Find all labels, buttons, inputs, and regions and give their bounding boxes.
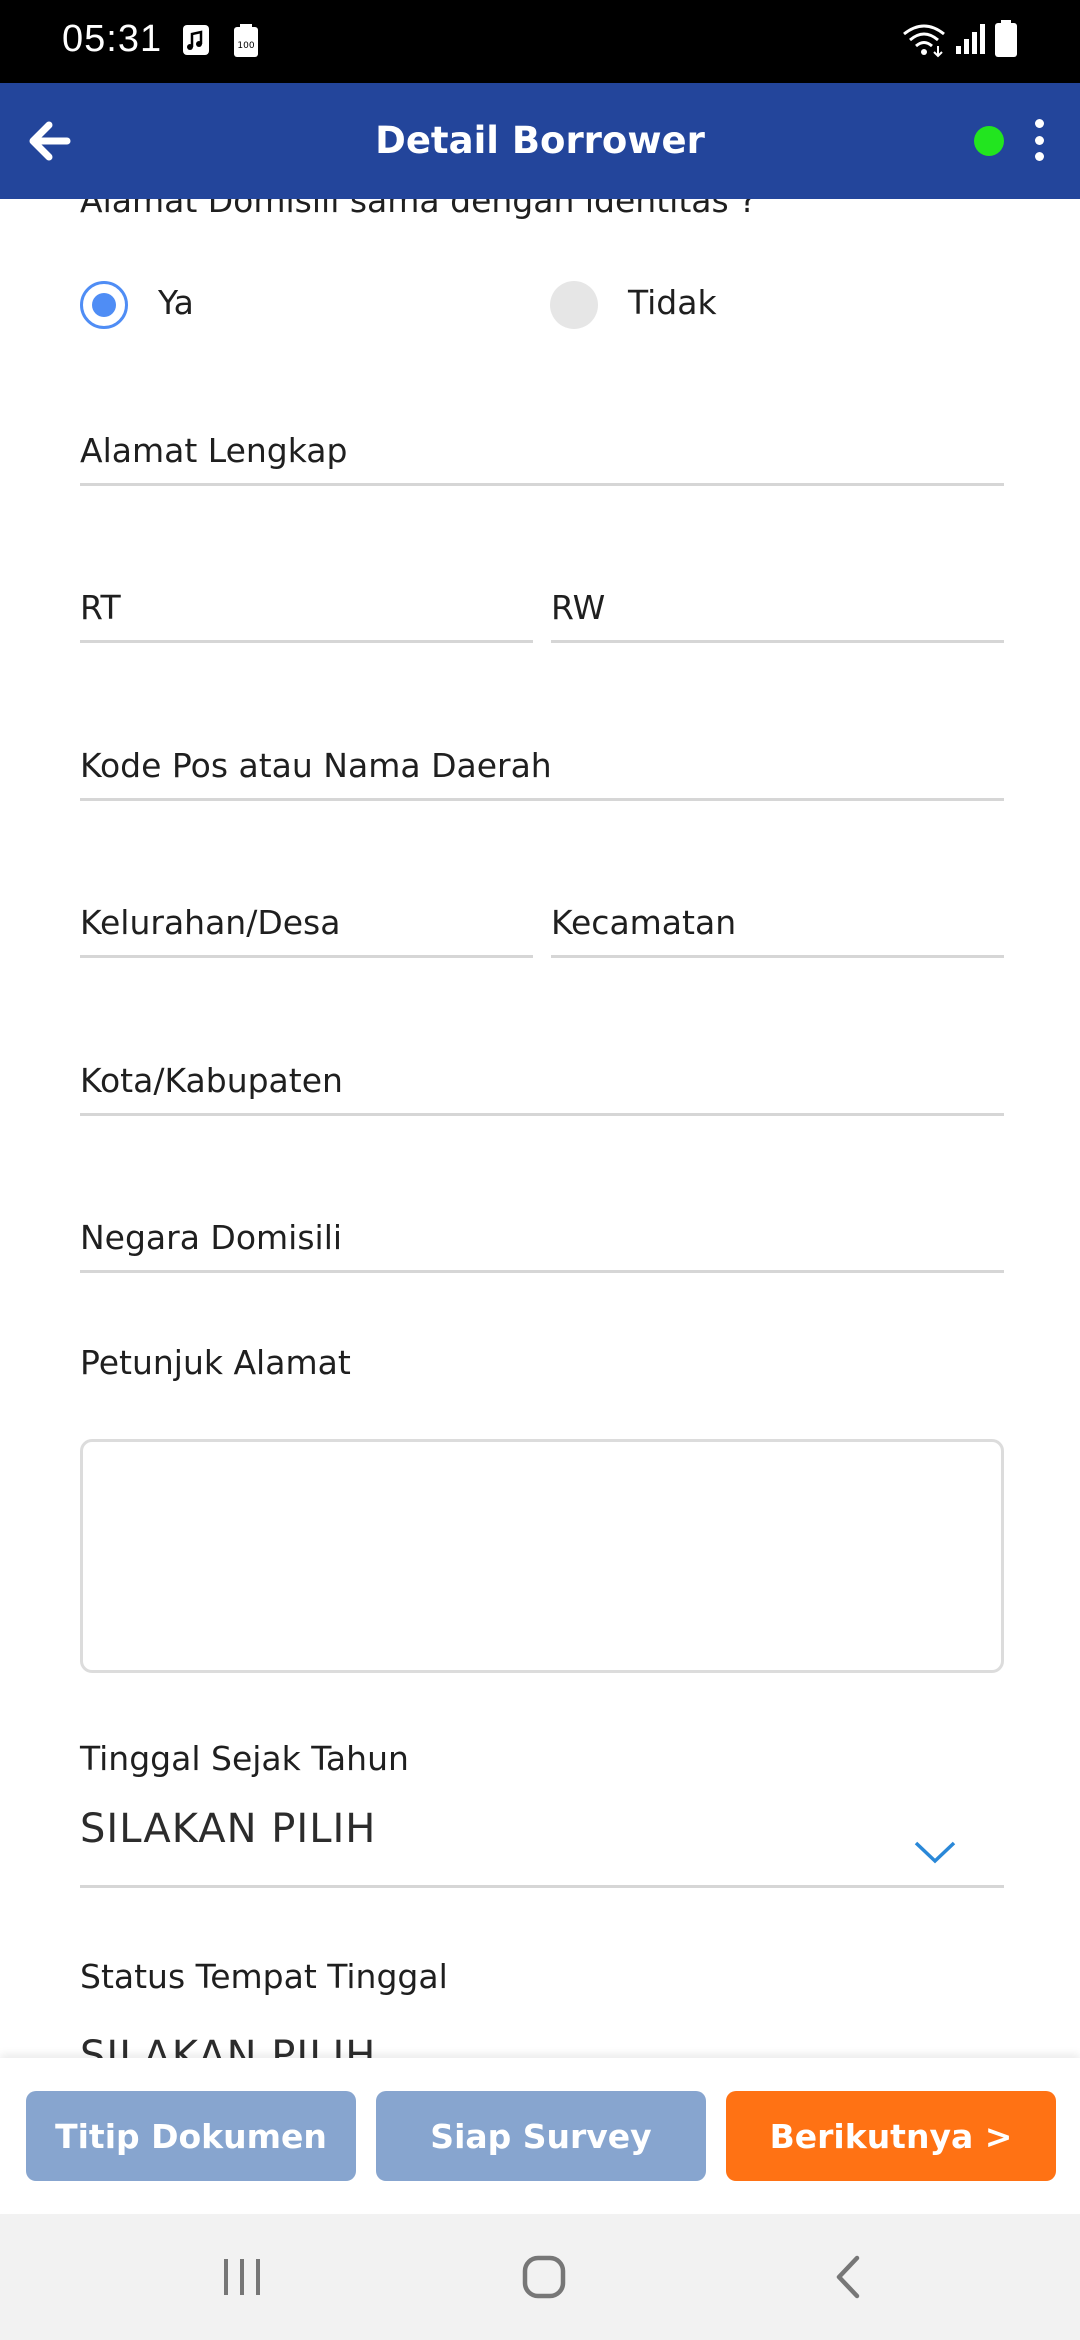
negara-field[interactable]: Negara Domisili bbox=[80, 1213, 1004, 1273]
tinggal-sejak-label: Tinggal Sejak Tahun bbox=[80, 1739, 409, 1778]
siap-survey-button[interactable]: Siap Survey bbox=[376, 2091, 706, 2181]
page-title: Detail Borrower bbox=[375, 119, 705, 162]
berikutnya-button[interactable]: Berikutnya > bbox=[726, 2091, 1056, 2181]
kelurahan-label: Kelurahan/Desa bbox=[80, 903, 341, 942]
kota-label: Kota/Kabupaten bbox=[80, 1061, 343, 1100]
tinggal-sejak-value: SILAKAN PILIH bbox=[80, 1806, 377, 1852]
home-icon[interactable] bbox=[514, 2247, 574, 2307]
battery-100-icon: 100 bbox=[232, 24, 260, 62]
signal-icon bbox=[954, 22, 986, 60]
action-bar: Titip Dokumen Siap Survey Berikutnya > bbox=[0, 2058, 1080, 2214]
radio-tidak[interactable] bbox=[550, 281, 598, 329]
petunjuk-alamat-textarea[interactable] bbox=[80, 1439, 1004, 1673]
kota-field[interactable]: Kota/Kabupaten bbox=[80, 1056, 1004, 1116]
rt-field[interactable]: RT bbox=[80, 583, 533, 643]
recent-apps-icon[interactable] bbox=[212, 2247, 272, 2307]
back-arrow-icon bbox=[29, 121, 71, 161]
titip-dokumen-button[interactable]: Titip Dokumen bbox=[26, 2091, 356, 2181]
rw-label: RW bbox=[551, 588, 606, 627]
kecamatan-field[interactable]: Kecamatan bbox=[551, 898, 1004, 958]
petunjuk-alamat-label: Petunjuk Alamat bbox=[80, 1343, 351, 1382]
radio-tidak-label: Tidak bbox=[628, 283, 717, 322]
status-tempat-tinggal-select[interactable]: SILAKAN PILIH bbox=[80, 2025, 1004, 2058]
wifi-icon bbox=[902, 22, 946, 62]
kode-pos-field[interactable]: Kode Pos atau Nama Daerah bbox=[80, 741, 1004, 801]
status-tempat-tinggal-value: SILAKAN PILIH bbox=[80, 2033, 377, 2058]
status-tempat-tinggal-label: Status Tempat Tinggal bbox=[80, 1957, 448, 1996]
status-time: 05:31 bbox=[62, 18, 163, 60]
kode-pos-label: Kode Pos atau Nama Daerah bbox=[80, 746, 552, 785]
back-icon[interactable] bbox=[818, 2247, 878, 2307]
form-content[interactable]: Alamat Domisili sama dengan identitas ? … bbox=[0, 199, 1080, 2058]
app-bar: Detail Borrower bbox=[0, 83, 1080, 199]
back-button[interactable] bbox=[20, 111, 80, 171]
rw-field[interactable]: RW bbox=[551, 583, 1004, 643]
radio-ya-label: Ya bbox=[158, 283, 194, 322]
same-address-question: Alamat Domisili sama dengan identitas ? bbox=[80, 199, 757, 220]
tinggal-sejak-select[interactable]: SILAKAN PILIH bbox=[80, 1798, 1004, 1888]
rt-label: RT bbox=[80, 588, 121, 627]
negara-label: Negara Domisili bbox=[80, 1218, 343, 1257]
status-bar: 05:31 100 bbox=[0, 0, 1080, 83]
chevron-down-icon bbox=[914, 1841, 956, 1864]
radio-ya[interactable] bbox=[80, 281, 128, 329]
music-note-icon bbox=[182, 24, 210, 60]
alamat-lengkap-label: Alamat Lengkap bbox=[80, 431, 348, 470]
kelurahan-field[interactable]: Kelurahan/Desa bbox=[80, 898, 533, 958]
online-status-indicator bbox=[974, 126, 1004, 156]
system-nav-bar bbox=[0, 2214, 1080, 2340]
kecamatan-label: Kecamatan bbox=[551, 903, 737, 942]
battery-icon bbox=[994, 20, 1018, 62]
alamat-lengkap-field[interactable]: Alamat Lengkap bbox=[80, 426, 1004, 486]
svg-text:100: 100 bbox=[237, 41, 254, 51]
more-vert-icon[interactable] bbox=[1022, 115, 1056, 165]
